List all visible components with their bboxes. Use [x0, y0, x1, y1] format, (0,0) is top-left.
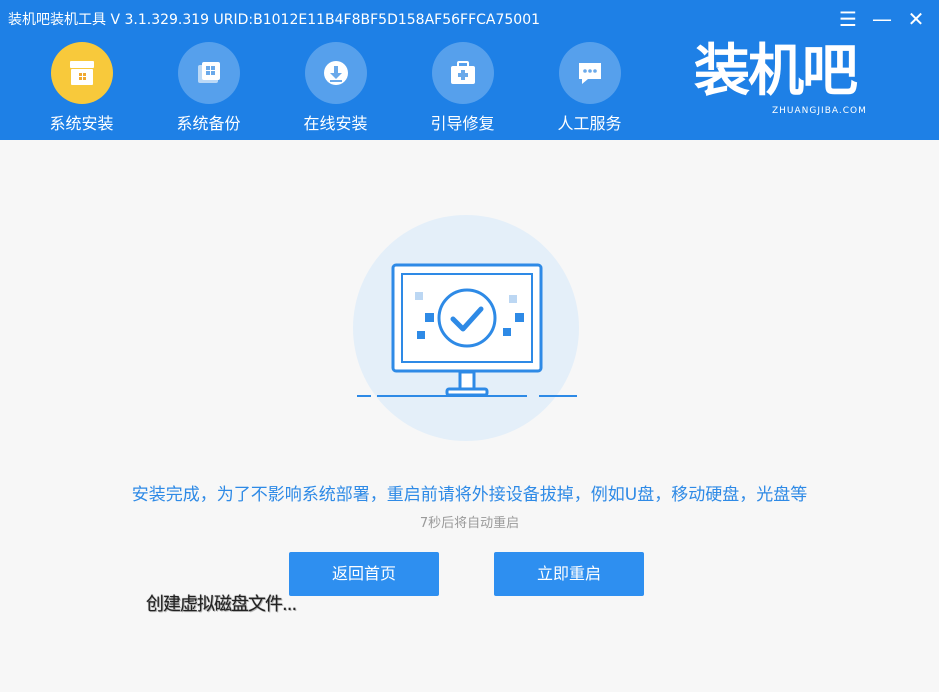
restart-countdown: 7秒后将自动重启 [419, 516, 520, 531]
monitor-check-icon [353, 215, 579, 441]
restart-now-button[interactable]: 立即重启 [494, 552, 644, 596]
nav-online-install[interactable]: 在线安装 [272, 38, 399, 134]
back-home-button[interactable]: 返回首页 [289, 552, 439, 596]
brand-logo: 装机吧 ZHUANGJIBA.COM [694, 40, 894, 124]
nav-label: 系统备份 [176, 114, 241, 133]
system-install-icon [50, 42, 113, 104]
brand-name: 装机吧 [694, 39, 858, 104]
chat-service-icon [558, 42, 621, 104]
boot-repair-icon [431, 42, 494, 104]
nav-boot-repair[interactable]: 引导修复 [399, 38, 526, 134]
window-title: 装机吧装机工具 V 3.1.329.319 URID:B1012E11B4F8B… [8, 12, 541, 28]
nav-label: 在线安装 [303, 114, 368, 133]
nav-system-backup[interactable]: 系统备份 [145, 38, 272, 134]
close-button[interactable]: ✕ [902, 6, 930, 32]
app-window: 装机吧装机工具 V 3.1.329.319 URID:B1012E11B4F8B… [0, 0, 939, 692]
online-install-icon [304, 42, 367, 104]
nav-label: 人工服务 [557, 114, 622, 133]
brand-domain: ZHUANGJIBA.COM [772, 106, 867, 116]
main-nav: 系统安装 系统备份 在线安装 引导修复 人工服务 [18, 38, 653, 134]
nav-label: 引导修复 [430, 114, 495, 133]
install-complete-illustration [353, 215, 579, 441]
status-text: 创建虚拟磁盘文件... [146, 594, 297, 615]
system-backup-icon [177, 42, 240, 104]
nav-system-install[interactable]: 系统安装 [18, 38, 145, 134]
install-complete-message: 安装完成，为了不影响系统部署，重启前请将外接设备拔掉，例如U盘，移动硬盘，光盘等 [131, 485, 808, 505]
nav-label: 系统安装 [49, 114, 114, 133]
minimize-button[interactable]: — [868, 6, 896, 32]
menu-button[interactable]: ☰ [834, 6, 862, 32]
nav-chat-service[interactable]: 人工服务 [526, 38, 653, 134]
main-content: 安装完成，为了不影响系统部署，重启前请将外接设备拔掉，例如U盘，移动硬盘，光盘等… [0, 140, 939, 692]
header-bar: 装机吧装机工具 V 3.1.329.319 URID:B1012E11B4F8B… [0, 0, 939, 140]
